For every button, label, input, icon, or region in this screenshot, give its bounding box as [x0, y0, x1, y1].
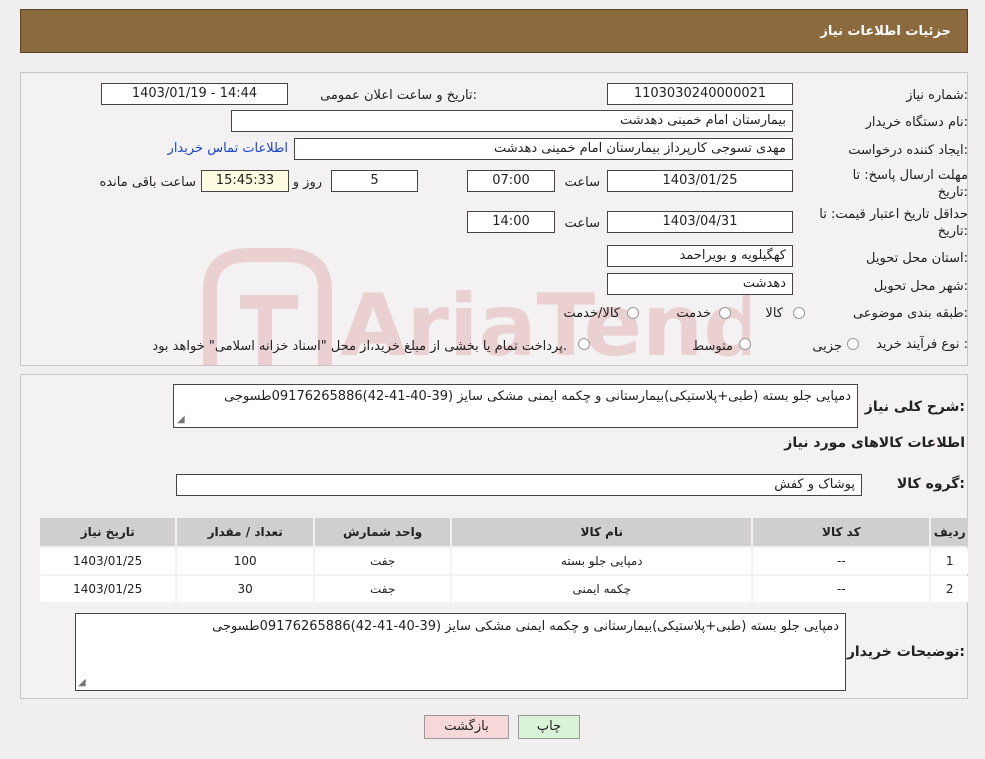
print-button[interactable]: چاپ [518, 715, 580, 739]
deadline-time-field: 07:00 [467, 170, 555, 192]
summary-text: دمپایی جلو بسته (طبی+پلاستیکی)بیمارستانی… [224, 389, 851, 404]
cell-goods-name: چکمه ایمنی [452, 576, 752, 602]
price-valid-label: حداقل تاریخ اعتبار قیمت: تا تاریخ: [819, 207, 968, 239]
cell-goods-name: دمپایی جلو بسته [452, 548, 752, 574]
city-field: دهدشت [607, 273, 793, 295]
category-option-service: خدمت [676, 306, 711, 321]
process-label: نوع فرآیند خرید : [876, 337, 968, 352]
process-note: پرداخت تمام یا بخشی از مبلغ خرید،از محل … [152, 339, 567, 354]
resize-grip-icon[interactable]: ◢ [78, 677, 86, 688]
province-label: استان محل تحویل: [866, 251, 968, 266]
col-goods-name: نام کالا [452, 518, 752, 546]
goods-group-field: پوشاک و کفش [176, 474, 862, 496]
category-radio-service[interactable] [719, 307, 731, 319]
category-option-goods: کالا [765, 306, 783, 321]
buyer-org-label: نام دستگاه خریدار: [865, 115, 968, 130]
category-label: طبقه بندی موضوعی: [852, 306, 968, 321]
price-valid-date-field: 1403/04/31 [607, 211, 793, 233]
goods-group-label: گروه کالا: [896, 476, 965, 492]
cell-row-number: 2 [931, 576, 968, 602]
cell-need-date: 1403/01/25 [40, 576, 176, 602]
process-option-minor: جزیی [812, 339, 842, 354]
cell-unit: جفت [314, 576, 451, 602]
deadline-label: مهلت ارسال پاسخ: تا تاریخ: [852, 168, 968, 200]
province-field: کهگیلویه و بویراحمد [607, 245, 793, 267]
category-radio-goods[interactable] [793, 307, 805, 319]
buyer-org-field: بیمارستان امام خمینی دهدشت [231, 110, 793, 132]
creator-label: ایجاد کننده درخواست: [848, 143, 968, 158]
cell-quantity: 30 [177, 576, 313, 602]
page-header: جزئیات اطلاعات نیاز [20, 9, 968, 53]
deadline-time-label: ساعت [564, 175, 600, 190]
col-quantity: تعداد / مقدار [177, 518, 313, 546]
buyer-notes-textarea[interactable]: دمپایی جلو بسته (طبی+پلاستیکی)بیمارستانی… [75, 613, 846, 691]
announce-label: تاریخ و ساعت اعلان عمومی: [320, 88, 477, 103]
days-label: روز و [292, 175, 322, 190]
goods-table: ردیف کد کالا نام کالا واحد شمارش تعداد /… [38, 516, 970, 604]
buyer-contact-link[interactable]: اطلاعات تماس خریدار [168, 141, 288, 156]
resize-grip-icon[interactable]: ◢ [177, 414, 185, 425]
col-unit: واحد شمارش [314, 518, 451, 546]
process-radio-medium[interactable] [739, 338, 751, 350]
back-button[interactable]: بازگشت [424, 715, 509, 739]
cell-goods-code: -- [753, 576, 930, 602]
city-label: شهر محل تحویل: [873, 279, 968, 294]
deadline-date-field: 1403/01/25 [607, 170, 793, 192]
cell-quantity: 100 [177, 548, 313, 574]
summary-label: شرح کلی نیاز: [864, 399, 965, 415]
col-row-number: ردیف [931, 518, 968, 546]
need-number-label: شماره نیاز: [906, 88, 968, 103]
col-goods-code: کد کالا [753, 518, 930, 546]
process-radio-treasury[interactable] [578, 338, 590, 350]
process-option-medium: متوسط [692, 339, 733, 354]
summary-textarea[interactable]: دمپایی جلو بسته (طبی+پلاستیکی)بیمارستانی… [173, 384, 858, 428]
col-need-date: تاریخ نیاز [40, 518, 176, 546]
need-number-field: 1103030240000021 [607, 83, 793, 105]
table-header-row: ردیف کد کالا نام کالا واحد شمارش تعداد /… [40, 518, 968, 546]
category-radio-goods-service[interactable] [627, 307, 639, 319]
buyer-notes-text: دمپایی جلو بسته (طبی+پلاستیکی)بیمارستانی… [212, 619, 839, 634]
table-row: 2 -- چکمه ایمنی جفت 30 1403/01/25 [40, 576, 968, 602]
price-valid-time-label: ساعت [564, 216, 600, 231]
page-title: جزئیات اطلاعات نیاز [820, 24, 951, 39]
creator-field: مهدی تسوجی کارپرداز بیمارستان امام خمینی… [294, 138, 793, 160]
price-valid-time-field: 14:00 [467, 211, 555, 233]
remaining-label: ساعت باقی مانده [99, 175, 196, 190]
process-radio-minor[interactable] [847, 338, 859, 350]
cell-unit: جفت [314, 548, 451, 574]
table-row: 1 -- دمپایی جلو بسته جفت 100 1403/01/25 [40, 548, 968, 574]
cell-goods-code: -- [753, 548, 930, 574]
announce-field: 1403/01/19 - 14:44 [101, 83, 288, 105]
cell-row-number: 1 [931, 548, 968, 574]
category-option-goods-service: کالا/خدمت [563, 306, 620, 321]
days-field: 5 [331, 170, 418, 192]
goods-info-title: اطلاعات کالاهای مورد نیاز [784, 435, 965, 451]
buyer-notes-label: توضیحات خریدار: [846, 644, 965, 660]
cell-need-date: 1403/01/25 [40, 548, 176, 574]
remaining-time-field: 15:45:33 [201, 170, 289, 192]
